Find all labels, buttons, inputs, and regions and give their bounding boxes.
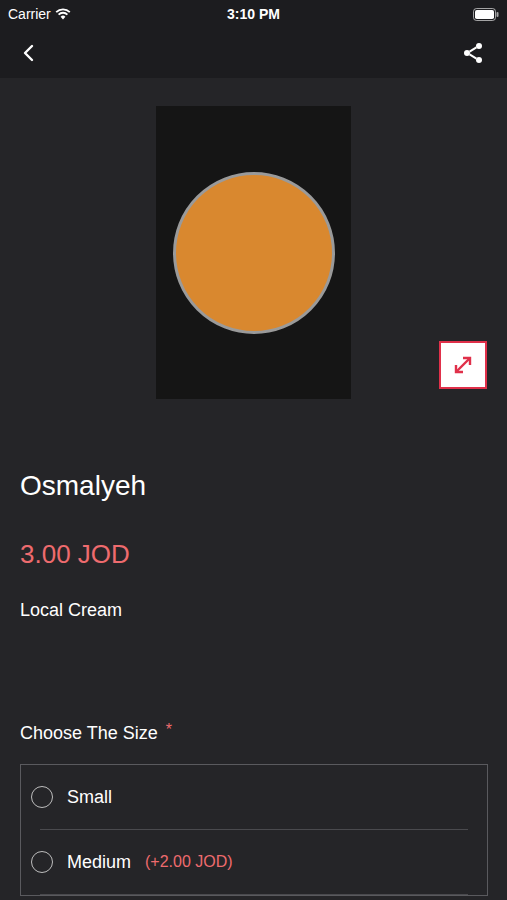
carrier-label: Carrier bbox=[8, 5, 51, 23]
content: Osmalyeh 3.00 JOD Local Cream Choose The Si… bbox=[0, 78, 507, 896]
nav-bar bbox=[0, 28, 507, 78]
expand-icon bbox=[451, 353, 475, 377]
expand-button[interactable] bbox=[439, 341, 487, 389]
option-label: Medium bbox=[67, 850, 131, 874]
back-icon[interactable] bbox=[22, 44, 36, 62]
share-icon[interactable] bbox=[461, 41, 485, 65]
radio-button[interactable] bbox=[31, 851, 53, 873]
options-title: Choose The Size bbox=[20, 721, 158, 745]
dessert-shape bbox=[173, 172, 335, 334]
options-header: Choose The Size * bbox=[20, 721, 487, 745]
clock: 3:10 PM bbox=[227, 5, 280, 23]
product-price: 3.00 JOD bbox=[20, 537, 487, 571]
product-title: Osmalyeh bbox=[20, 469, 487, 503]
product-photo[interactable] bbox=[156, 106, 351, 399]
option-extra-price: (+2.00 JOD) bbox=[145, 851, 233, 873]
product-description: Local Cream bbox=[20, 599, 487, 621]
options-box: Small Medium (+2.00 JOD) bbox=[20, 764, 488, 896]
battery-icon bbox=[473, 8, 499, 21]
option-label: Small bbox=[67, 785, 112, 809]
radio-button[interactable] bbox=[31, 786, 53, 808]
wifi-icon bbox=[55, 8, 71, 20]
status-bar: Carrier 3:10 PM bbox=[0, 0, 507, 28]
required-mark: * bbox=[166, 721, 172, 739]
option-row[interactable]: Medium (+2.00 JOD) bbox=[40, 830, 468, 895]
option-row[interactable]: Small bbox=[40, 765, 468, 830]
